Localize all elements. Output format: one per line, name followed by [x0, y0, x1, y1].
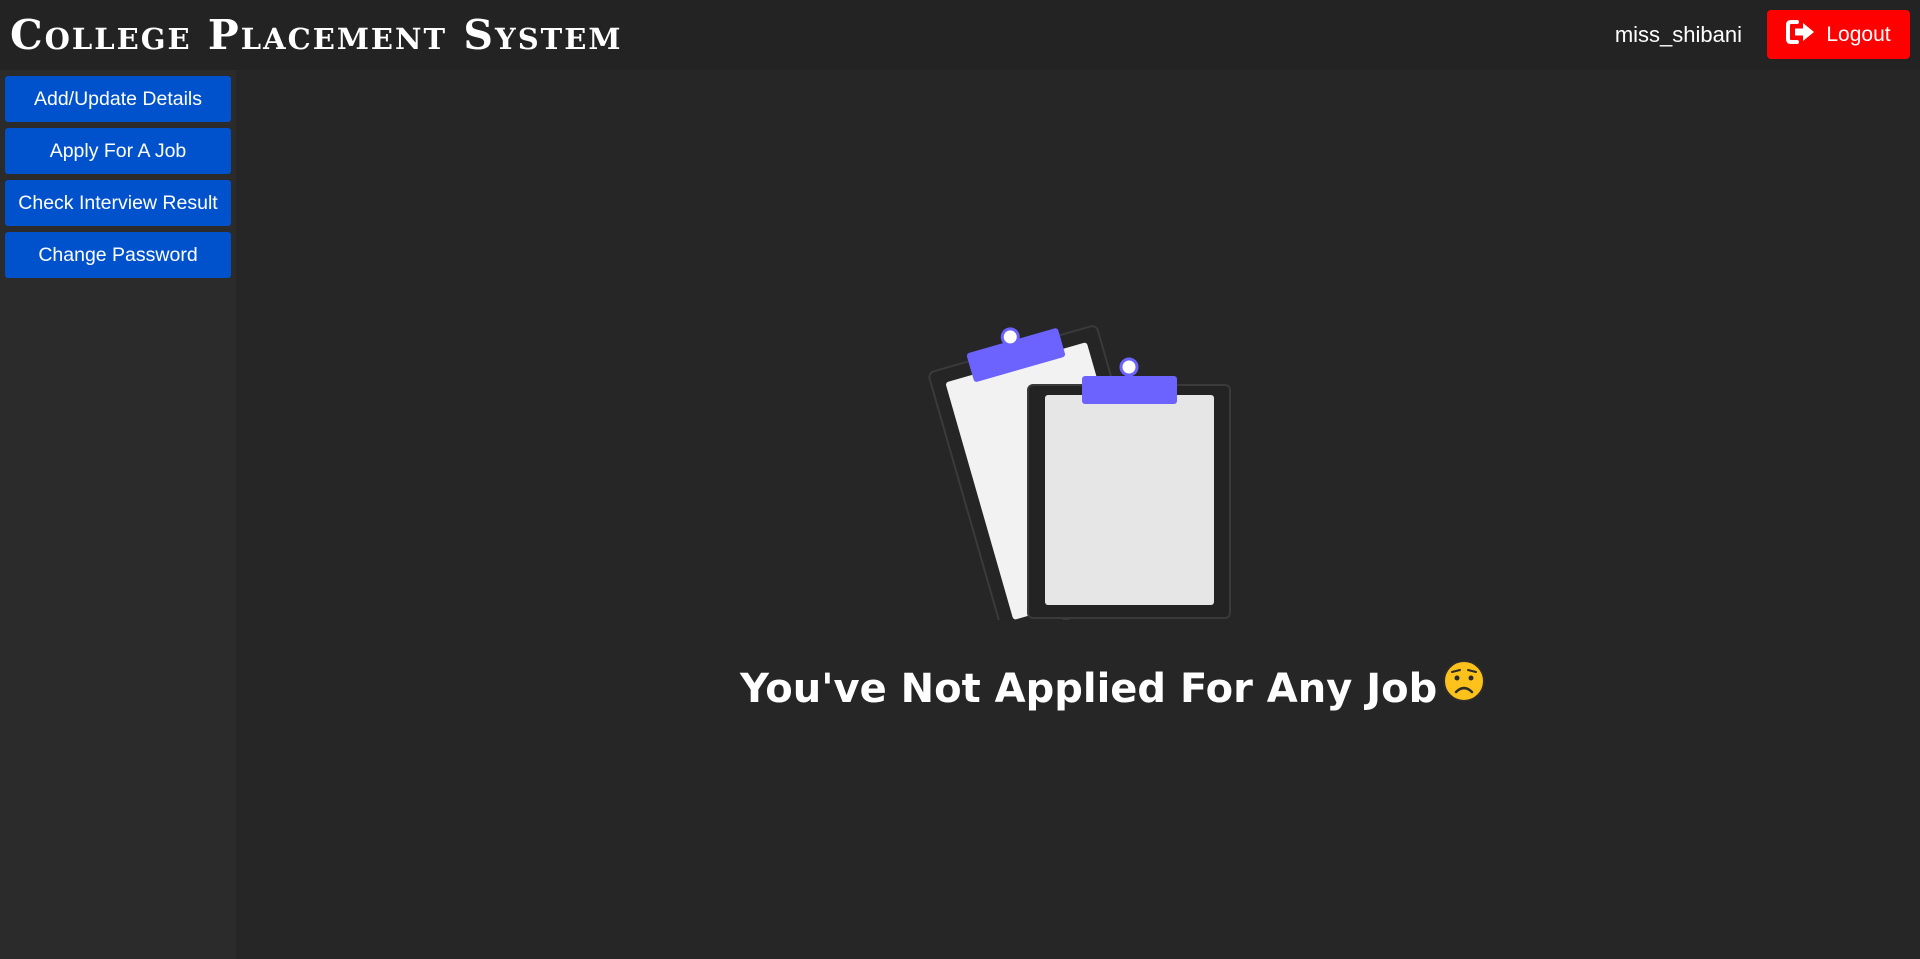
- sidebar: Add/Update Details Apply For A Job Check…: [0, 70, 236, 959]
- apply-for-job-button[interactable]: Apply For A Job: [5, 128, 231, 174]
- logout-button[interactable]: Logout: [1767, 10, 1910, 59]
- clipboards-icon: [920, 315, 1240, 637]
- header: College Placement System miss_shibani Lo…: [0, 0, 1920, 70]
- username: miss_shibani: [1614, 22, 1742, 47]
- logout-label: Logout: [1826, 22, 1891, 46]
- empty-state-message: You've Not Applied For Any Job: [740, 658, 1486, 719]
- change-password-button[interactable]: Change Password: [5, 232, 231, 278]
- sign-out-icon: [1786, 20, 1816, 49]
- worried-face-icon: [1441, 658, 1487, 719]
- check-interview-result-button[interactable]: Check Interview Result: [5, 180, 231, 226]
- empty-state-text: You've Not Applied For Any Job: [740, 665, 1438, 712]
- app-title: College Placement System: [10, 11, 623, 59]
- add-update-details-button[interactable]: Add/Update Details: [5, 76, 231, 122]
